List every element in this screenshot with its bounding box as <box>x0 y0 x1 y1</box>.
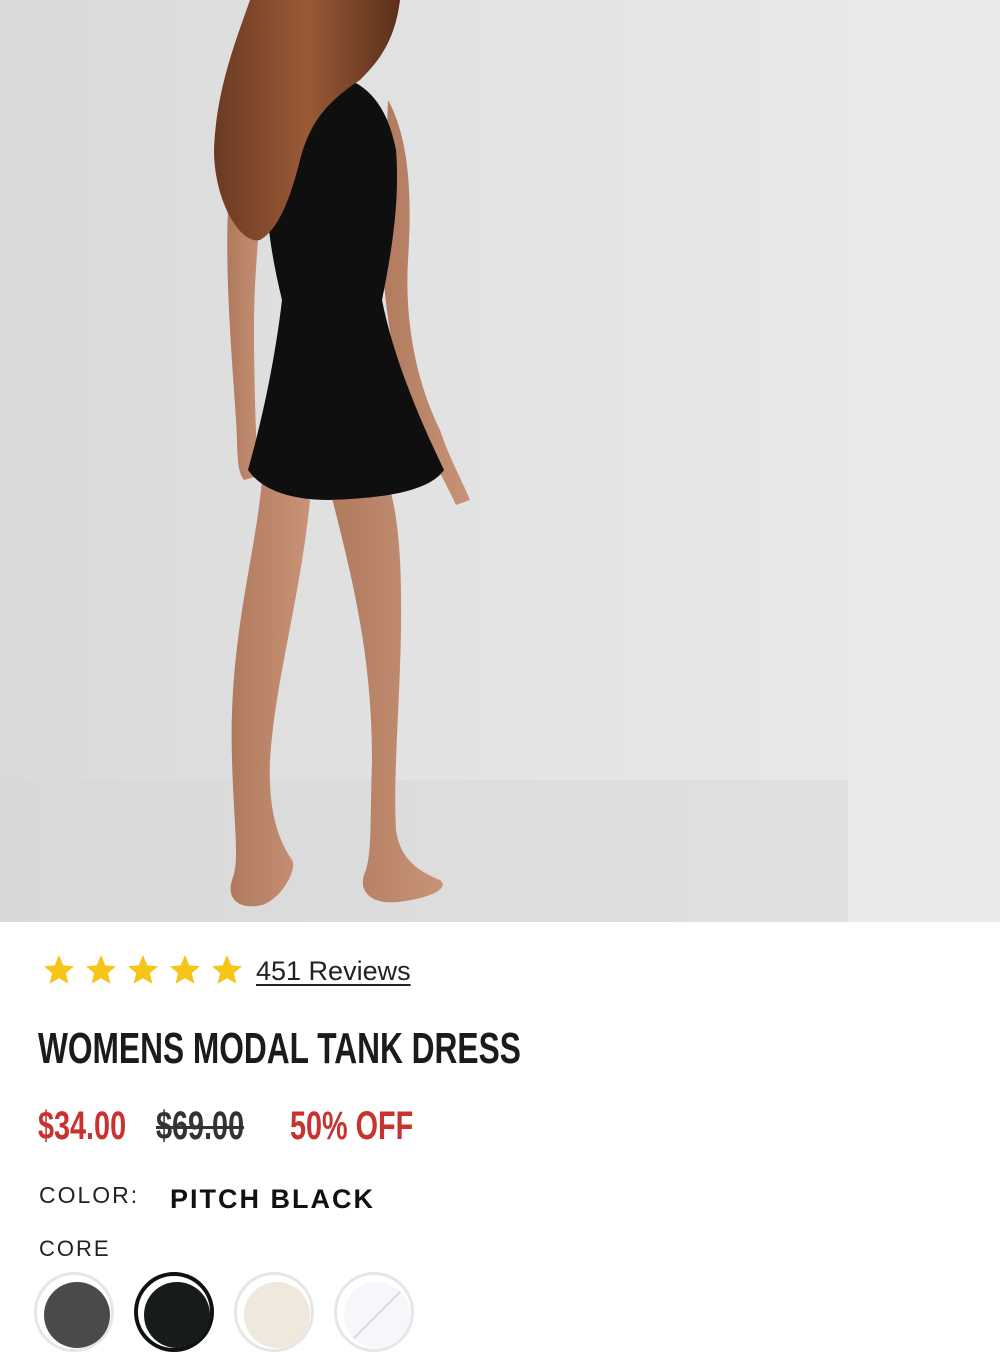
swatch-fill <box>144 1282 210 1348</box>
product-photo <box>0 0 1000 922</box>
reviews-link[interactable]: 451 Reviews <box>256 956 411 987</box>
swatch-white[interactable] <box>334 1272 414 1352</box>
selected-color-name: PITCH BLACK <box>170 1184 375 1214</box>
swatch-group-label: CORE <box>39 1236 111 1261</box>
star-icon <box>124 952 162 988</box>
rating-stars[interactable] <box>40 952 250 988</box>
swatch-cream[interactable] <box>234 1272 314 1352</box>
product-image[interactable] <box>0 0 1000 922</box>
star-icon <box>166 952 204 988</box>
star-icon <box>82 952 120 988</box>
sale-price: $34.00 <box>38 1104 127 1148</box>
swatch-fill <box>244 1282 310 1348</box>
swatch-charcoal[interactable] <box>34 1272 114 1352</box>
product-title: WOMENS MODAL TANK DRESS <box>38 1024 521 1073</box>
star-icon <box>208 952 246 988</box>
discount-badge: 50% OFF <box>290 1104 414 1148</box>
swatch-pitch-black[interactable] <box>134 1272 214 1352</box>
color-label: COLOR: <box>39 1182 140 1208</box>
star-icon <box>40 952 78 988</box>
original-price: $69.00 <box>156 1104 245 1148</box>
swatch-fill <box>344 1282 410 1348</box>
swatch-fill <box>44 1282 110 1348</box>
unavailable-slash-icon <box>351 1289 403 1341</box>
